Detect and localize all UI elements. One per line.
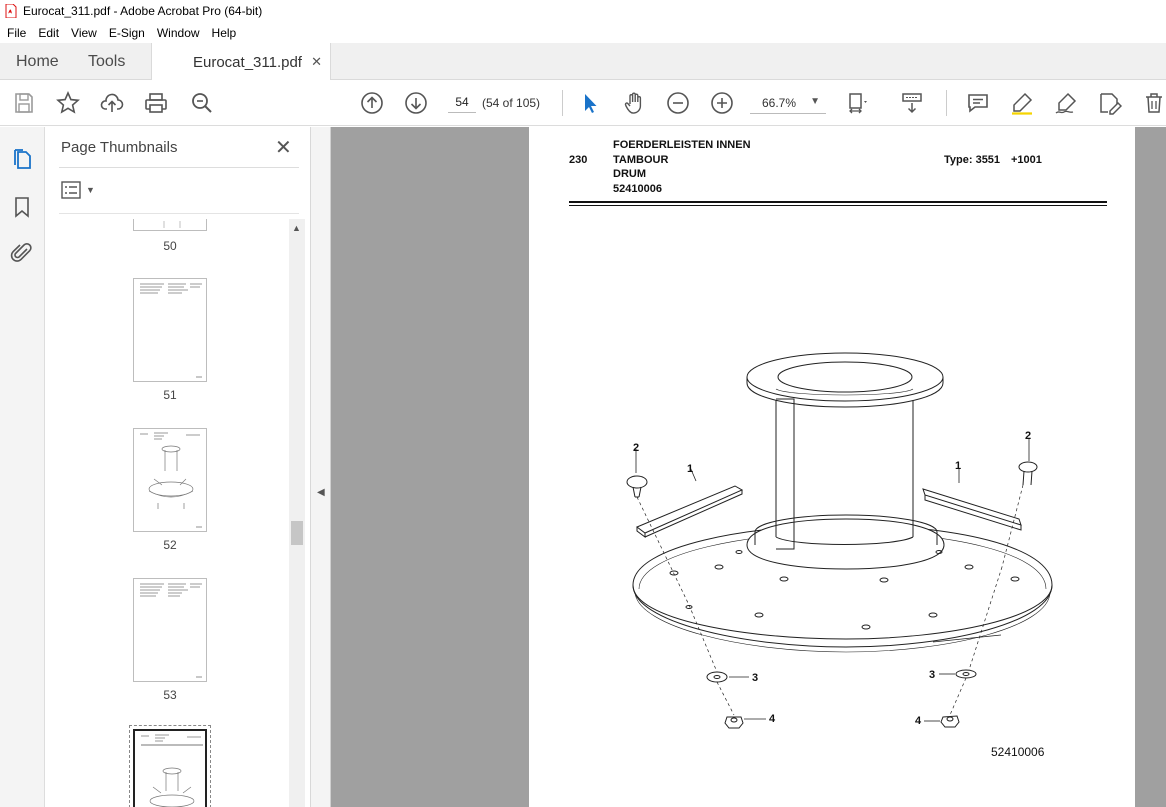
callout-2-right: 2 [1025,430,1031,442]
callout-3-right: 3 [929,669,935,681]
divider [59,167,299,168]
thumbnail-scrollbar[interactable]: ▲ [289,219,305,807]
divider [59,213,299,214]
callout-4-left: 4 [769,713,776,725]
thumbnail-label: 52 [163,538,177,552]
scrollbar-thumb[interactable] [291,521,303,545]
thumbnail-label: 50 [163,239,177,253]
toolbar: (54 of 105) 66.7% ▼ [0,80,1166,126]
zoom-in-icon[interactable] [710,91,734,115]
toolbar-divider [946,90,947,116]
upload-cloud-icon[interactable] [100,91,124,115]
delete-trash-icon[interactable] [1142,91,1166,115]
chevron-down-icon: ▼ [86,185,95,195]
callout-3-left: 3 [752,672,758,684]
close-tab-icon[interactable]: ✕ [311,54,322,70]
tab-document-label: Eurocat_311.pdf [193,53,302,71]
options-list-icon [61,181,81,199]
page-count: (54 of 105) [482,96,541,110]
bookmark-star-icon[interactable] [56,91,80,115]
menu-file[interactable]: File [1,26,32,40]
thumbnail-preview [133,729,207,807]
callout-1-right: 1 [955,460,961,472]
tab-home[interactable]: Home [16,43,59,80]
chevron-down-icon: ▼ [810,96,820,107]
title-bar: Eurocat_311.pdf - Adobe Acrobat Pro (64-… [0,0,1166,22]
page-thumbnails-panel: Page Thumbnails ✕ ▼ 50 51 52 53 ▲ [45,127,311,807]
search-zoom-icon[interactable] [190,91,214,115]
bookmarks-icon[interactable] [10,195,34,219]
tab-document[interactable]: Eurocat_311.pdf ✕ [151,43,331,81]
thumbnail-preview [133,278,207,382]
scroll-mode-icon[interactable] [900,91,924,115]
sign-pen-icon[interactable] [1054,91,1078,115]
menu-edit[interactable]: Edit [32,26,65,40]
thumbnail-page-53[interactable]: 53 [133,578,207,702]
zoom-out-icon[interactable] [666,91,690,115]
thumbnail-options-menu[interactable]: ▼ [61,179,97,201]
next-page-icon[interactable] [404,91,428,115]
panel-title: Page Thumbnails [61,139,178,156]
thumbnail-page-50[interactable]: 50 [133,219,207,253]
drawing-footer-number: 52410006 [991,745,1045,759]
attachment-paperclip-icon[interactable] [10,241,34,265]
collapse-left-arrow-icon[interactable]: ◀ [317,487,325,498]
edit-pdf-icon[interactable] [1098,91,1122,115]
previous-page-icon[interactable] [360,91,384,115]
tab-bar: Home Tools Eurocat_311.pdf ✕ [0,43,1166,81]
exploded-parts-drawing: 2 1 1 2 3 3 4 4 [626,352,1053,729]
tab-tools[interactable]: Tools [88,43,125,80]
panel-collapse-strip[interactable]: ◀ [311,127,331,807]
save-icon[interactable] [12,91,36,115]
thumbnail-label: 53 [163,688,177,702]
acrobat-pdf-icon [5,4,17,18]
zoom-value: 66.7% [762,95,797,110]
page-number-input[interactable] [448,92,476,113]
hand-tool-icon[interactable] [622,91,646,115]
page-fit-icon[interactable] [846,91,870,115]
menu-view[interactable]: View [65,26,103,40]
callout-4-right: 4 [915,715,922,727]
menu-help[interactable]: Help [206,26,243,40]
thumbnail-page-54[interactable] [129,725,211,807]
left-nav-rail [0,127,45,807]
scroll-up-arrow-icon[interactable]: ▲ [292,223,301,233]
thumbnail-preview [133,428,207,532]
thumbnail-preview [133,219,207,231]
thumbnail-label: 51 [163,388,177,402]
print-icon[interactable] [144,91,168,115]
pdf-page: 230 FOERDERLEISTEN INNEN TAMBOUR DRUM 52… [529,127,1135,807]
menu-bar: File Edit View E-Sign Window Help [0,22,1166,43]
thumbnail-page-51[interactable]: 51 [133,278,207,402]
menu-esign[interactable]: E-Sign [103,26,151,40]
document-viewer[interactable]: 230 FOERDERLEISTEN INNEN TAMBOUR DRUM 52… [331,127,1166,807]
callout-2-left: 2 [633,442,639,454]
select-cursor-icon[interactable] [578,91,602,115]
thumbnail-page-52[interactable]: 52 [133,428,207,552]
close-panel-icon[interactable]: ✕ [275,135,292,160]
thumbnail-preview [133,578,207,682]
toolbar-divider [562,90,563,116]
highlight-pen-icon[interactable] [1010,91,1034,115]
zoom-dropdown[interactable]: 66.7% ▼ [750,92,826,114]
menu-window[interactable]: Window [151,26,206,40]
page-thumbnails-icon[interactable] [10,147,34,171]
window-title: Eurocat_311.pdf - Adobe Acrobat Pro (64-… [23,4,263,18]
callout-1-left: 1 [687,463,693,475]
comment-icon[interactable] [966,91,990,115]
